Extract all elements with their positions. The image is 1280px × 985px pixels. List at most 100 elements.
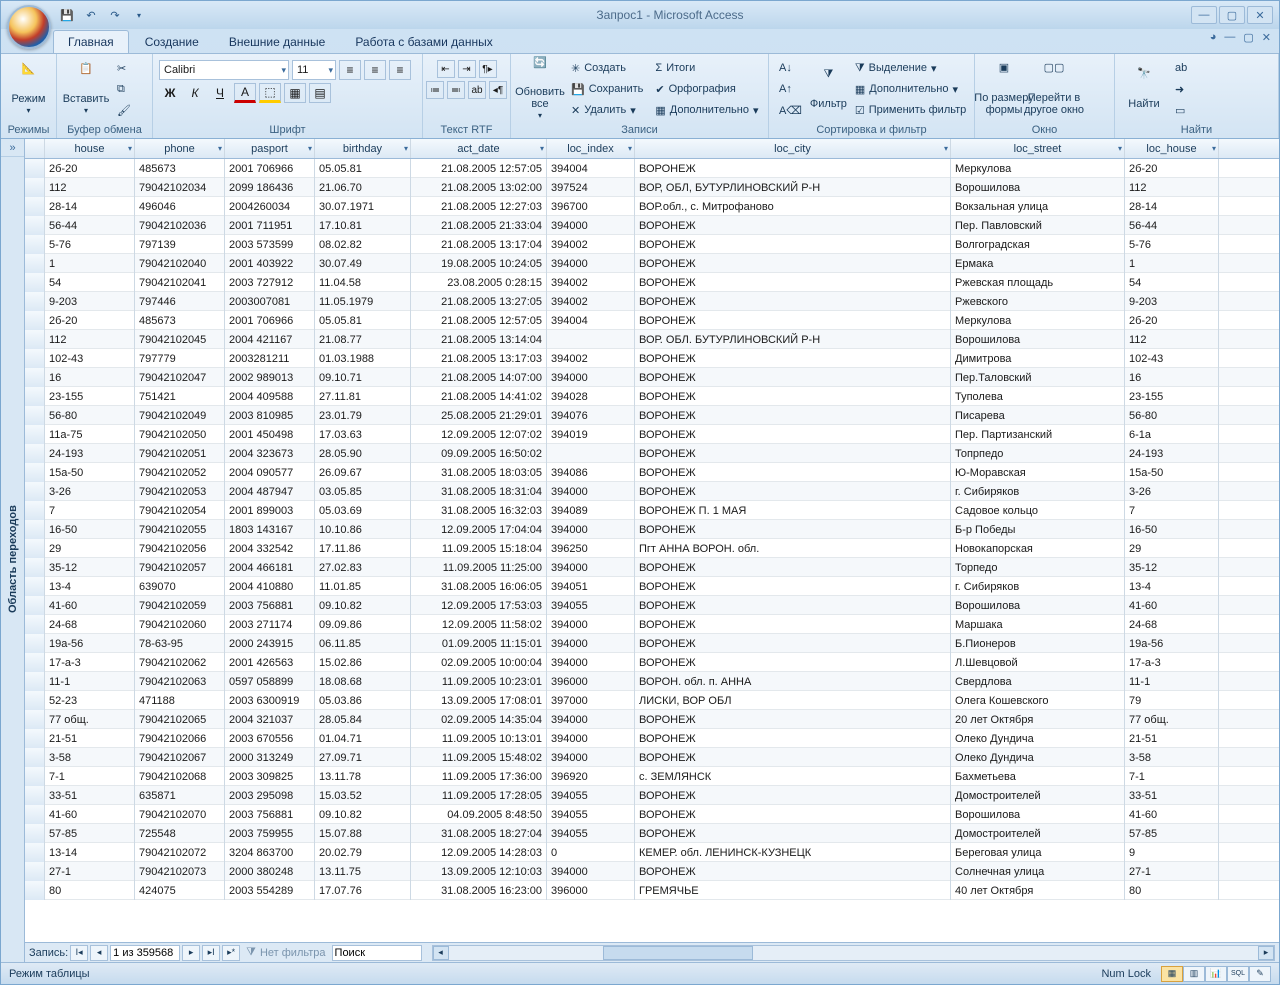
table-row[interactable]: 56-80790421020492003 81098523.01.7925.08…	[25, 406, 1279, 425]
cell[interactable]: 2б-20	[1125, 159, 1219, 178]
cell[interactable]: 394000	[547, 558, 635, 577]
horizontal-scrollbar[interactable]: ◂ ▸	[432, 945, 1275, 961]
cell[interactable]: 2003 295098	[225, 786, 315, 805]
row-selector[interactable]	[25, 805, 45, 824]
col-act-date[interactable]: act_date▾	[411, 139, 547, 158]
cell[interactable]: 54	[1125, 273, 1219, 292]
cell[interactable]: 09.10.82	[315, 805, 411, 824]
cell[interactable]: 79042102072	[135, 843, 225, 862]
cell[interactable]: 79042102063	[135, 672, 225, 691]
cell[interactable]: 21.08.2005 12:57:05	[411, 159, 547, 178]
cell[interactable]: 2003 6300919	[225, 691, 315, 710]
cell[interactable]: 394002	[547, 292, 635, 311]
font-size-select[interactable]: 11	[292, 60, 336, 80]
cell[interactable]: 79042102065	[135, 710, 225, 729]
cell[interactable]: с. ЗЕМЛЯНСК	[635, 767, 951, 786]
cell[interactable]: 13.09.2005 12:10:03	[411, 862, 547, 881]
cell[interactable]: 20.02.79	[315, 843, 411, 862]
row-selector[interactable]	[25, 368, 45, 387]
cell[interactable]: 15.02.86	[315, 653, 411, 672]
cell[interactable]: ВОРОНЕЖ П. 1 МАЯ	[635, 501, 951, 520]
cell[interactable]: 41-60	[45, 805, 135, 824]
cell[interactable]: 05.03.69	[315, 501, 411, 520]
hscroll-left-button[interactable]: ◂	[433, 946, 449, 960]
cell[interactable]: ВОРОНЕЖ	[635, 520, 951, 539]
row-selector[interactable]	[25, 444, 45, 463]
cell[interactable]: 21.08.2005 21:33:04	[411, 216, 547, 235]
cell[interactable]: ВОРОНЕЖ	[635, 862, 951, 881]
cell[interactable]: 639070	[135, 577, 225, 596]
cell[interactable]: 394000	[547, 729, 635, 748]
cell[interactable]: 79042102036	[135, 216, 225, 235]
cell[interactable]	[547, 444, 635, 463]
row-selector[interactable]	[25, 387, 45, 406]
indent-inc-button[interactable]: ⇥	[458, 60, 476, 78]
row-selector[interactable]	[25, 159, 45, 178]
cell[interactable]: 21-51	[1125, 729, 1219, 748]
save-icon[interactable]: 💾	[57, 5, 77, 25]
fill-color-button[interactable]: ⬚	[259, 83, 281, 103]
cell[interactable]: 27-1	[1125, 862, 1219, 881]
cell[interactable]: 797446	[135, 292, 225, 311]
cell[interactable]: 79042102047	[135, 368, 225, 387]
cell[interactable]: 11.04.58	[315, 273, 411, 292]
cell[interactable]: 79042102052	[135, 463, 225, 482]
cell[interactable]: 80	[45, 881, 135, 900]
hscroll-thumb[interactable]	[603, 946, 753, 960]
cell[interactable]: 394000	[547, 520, 635, 539]
cell[interactable]: 06.11.85	[315, 634, 411, 653]
row-selector[interactable]	[25, 615, 45, 634]
cell[interactable]: 30.07.1971	[315, 197, 411, 216]
cell[interactable]: 2099 186436	[225, 178, 315, 197]
cell[interactable]: 7-1	[45, 767, 135, 786]
cell[interactable]: 2003 271174	[225, 615, 315, 634]
table-row[interactable]: 52-234711882003 630091905.03.8613.09.200…	[25, 691, 1279, 710]
cell[interactable]: 2001 711951	[225, 216, 315, 235]
cell[interactable]: 23.01.79	[315, 406, 411, 425]
table-row[interactable]: 9-203797446200300708111.05.197921.08.200…	[25, 292, 1279, 311]
cell[interactable]: 56-80	[45, 406, 135, 425]
cell[interactable]: 471188	[135, 691, 225, 710]
cell[interactable]: 397000	[547, 691, 635, 710]
tab-dbtools[interactable]: Работа с базами данных	[341, 31, 506, 53]
cell[interactable]: Ворошилова	[951, 596, 1125, 615]
col-loc-city[interactable]: loc_city▾	[635, 139, 951, 158]
cell[interactable]: 394000	[547, 216, 635, 235]
cell[interactable]: ВОРОНЕЖ	[635, 615, 951, 634]
cell[interactable]: 3204 863700	[225, 843, 315, 862]
cell[interactable]: 2001 426563	[225, 653, 315, 672]
align-left-button[interactable]: ≡	[339, 60, 361, 80]
cell[interactable]: 397524	[547, 178, 635, 197]
cell[interactable]: 2001 450498	[225, 425, 315, 444]
row-selector[interactable]	[25, 653, 45, 672]
cell[interactable]: 79042102040	[135, 254, 225, 273]
cell[interactable]: 112	[1125, 330, 1219, 349]
row-selector[interactable]	[25, 634, 45, 653]
cell[interactable]: 24-68	[45, 615, 135, 634]
cell[interactable]: 79042102066	[135, 729, 225, 748]
cell[interactable]: Новокапорская	[951, 539, 1125, 558]
cell[interactable]: ВОРОН. обл. п. АННА	[635, 672, 951, 691]
cell[interactable]: Ю-Моравская	[951, 463, 1125, 482]
cell[interactable]: 20 лет Октября	[951, 710, 1125, 729]
switch-window-button[interactable]: ▢▢Перейти в другое окно	[1031, 57, 1077, 121]
fit-form-button[interactable]: ▣По размеру формы	[981, 57, 1027, 121]
cell[interactable]: 16	[1125, 368, 1219, 387]
cell[interactable]: 635871	[135, 786, 225, 805]
cell[interactable]: 24-193	[1125, 444, 1219, 463]
cell[interactable]: Олеко Дундича	[951, 729, 1125, 748]
cell[interactable]: 79042102073	[135, 862, 225, 881]
cell[interactable]: ВОРОНЕЖ	[635, 596, 951, 615]
cell[interactable]: Волгоградская	[951, 235, 1125, 254]
cell[interactable]: 41-60	[45, 596, 135, 615]
cell[interactable]: 11.01.85	[315, 577, 411, 596]
cell[interactable]: 79042102060	[135, 615, 225, 634]
cell[interactable]: ВОРОНЕЖ	[635, 482, 951, 501]
cell[interactable]: 19а-56	[45, 634, 135, 653]
maximize-button[interactable]: ▢	[1219, 6, 1245, 24]
cell[interactable]: 2000 243915	[225, 634, 315, 653]
sort-desc-button[interactable]: A↑	[775, 79, 806, 99]
col-loc-index[interactable]: loc_index▾	[547, 139, 635, 158]
cell[interactable]: 09.10.71	[315, 368, 411, 387]
cell[interactable]: Ворошилова	[951, 178, 1125, 197]
